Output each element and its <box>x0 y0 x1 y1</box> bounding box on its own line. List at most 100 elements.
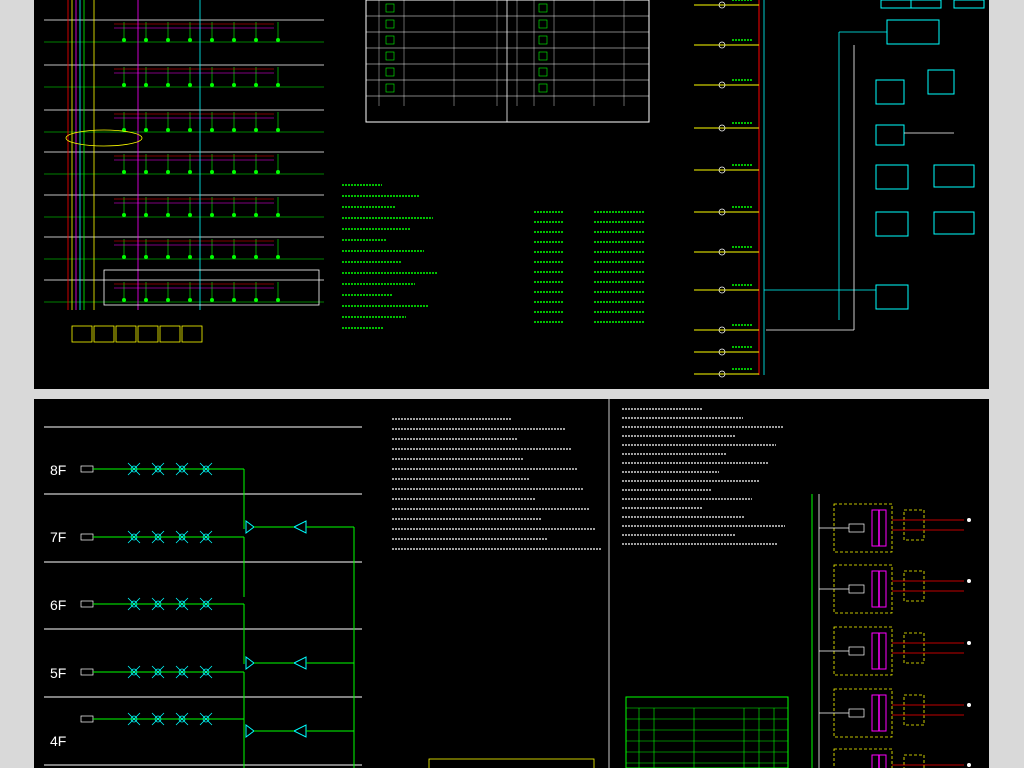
amplifier-icon <box>292 520 307 534</box>
outlet-box <box>903 570 925 602</box>
floor-panel <box>80 600 94 608</box>
top-drawing-svg <box>44 0 985 378</box>
equipment-table <box>625 696 789 768</box>
legend-symbol <box>538 3 548 13</box>
device-node <box>254 255 258 259</box>
legend-symbol <box>385 83 395 93</box>
cabinet-box <box>833 748 893 768</box>
amplifier-icon <box>245 656 255 670</box>
legend-symbol <box>385 19 395 29</box>
device-node <box>210 83 214 87</box>
device-node <box>188 83 192 87</box>
device-node <box>232 38 236 42</box>
device-node <box>254 128 258 132</box>
title-block <box>428 758 595 768</box>
right-riser-diagram <box>694 0 765 378</box>
device-node <box>122 213 126 217</box>
legend-symbol <box>385 35 395 45</box>
system-box <box>953 0 985 9</box>
label-box <box>159 325 181 343</box>
device-node <box>232 83 236 87</box>
outlet-node <box>967 518 971 522</box>
legend-symbol <box>385 3 395 13</box>
system-box <box>910 0 942 9</box>
device-node <box>188 128 192 132</box>
device-node <box>254 213 258 217</box>
center-notes <box>342 184 644 329</box>
system-box <box>875 124 905 146</box>
device-node <box>276 38 280 42</box>
legend-symbol <box>538 67 548 77</box>
device-node <box>122 255 126 259</box>
legend-symbol <box>538 19 548 29</box>
outlet-node <box>967 763 971 767</box>
table-border <box>625 696 789 768</box>
label-box <box>137 325 159 343</box>
amplifier-icon <box>245 520 255 534</box>
device-node <box>144 128 148 132</box>
system-box <box>927 69 955 95</box>
broadcast-riser-diagram <box>44 426 362 768</box>
outlet-box <box>903 509 925 541</box>
device-node <box>232 298 236 302</box>
cabinet-module <box>848 523 865 533</box>
device-node <box>232 255 236 259</box>
system-box <box>933 164 975 188</box>
floor-label-4f: 4F <box>50 733 67 749</box>
device-node <box>210 170 214 174</box>
floor-panel <box>80 668 94 676</box>
floor-label-6f: 6F <box>50 597 67 613</box>
device-node <box>210 255 214 259</box>
device-node <box>276 83 280 87</box>
device-node <box>166 298 170 302</box>
device-node <box>210 298 214 302</box>
bottom-drawing-panel: 8F 7F 6F 5F 4F <box>34 399 989 768</box>
device-node <box>232 213 236 217</box>
label-box <box>71 325 93 343</box>
cabinet-module <box>848 646 865 656</box>
device-node <box>276 298 280 302</box>
device-node <box>122 83 126 87</box>
device-node <box>232 170 236 174</box>
legend-symbol <box>538 35 548 45</box>
top-drawing-panel <box>34 0 989 389</box>
system-box <box>875 211 909 237</box>
device-node <box>254 83 258 87</box>
device-node <box>254 170 258 174</box>
device-node <box>144 213 148 217</box>
bottom-notes <box>392 399 785 768</box>
device-node <box>166 128 170 132</box>
device-node <box>210 38 214 42</box>
device-node <box>122 38 126 42</box>
system-box <box>875 284 909 310</box>
label-box <box>181 325 203 343</box>
legend-table <box>365 0 650 123</box>
device-node <box>166 83 170 87</box>
system-box <box>880 0 912 9</box>
left-riser-diagram <box>44 0 324 343</box>
device-node <box>254 298 258 302</box>
floor-label-5f: 5F <box>50 665 67 681</box>
device-node <box>210 213 214 217</box>
outlet-box <box>903 632 925 664</box>
device-node <box>144 298 148 302</box>
device-node <box>276 213 280 217</box>
device-node <box>188 170 192 174</box>
device-node <box>276 128 280 132</box>
device-node <box>210 128 214 132</box>
device-node <box>276 255 280 259</box>
system-box <box>933 211 975 235</box>
floor-panel <box>80 715 94 723</box>
device-node <box>166 38 170 42</box>
device-node <box>166 213 170 217</box>
device-node <box>188 298 192 302</box>
central-control-box <box>886 19 940 45</box>
floor-panel <box>80 465 94 473</box>
cabinet-module <box>848 584 865 594</box>
system-box <box>875 79 905 105</box>
device-node <box>188 213 192 217</box>
label-box <box>115 325 137 343</box>
amplifier-icon <box>292 656 307 670</box>
highlight-ellipse <box>65 129 143 147</box>
outlet-node <box>967 703 971 707</box>
